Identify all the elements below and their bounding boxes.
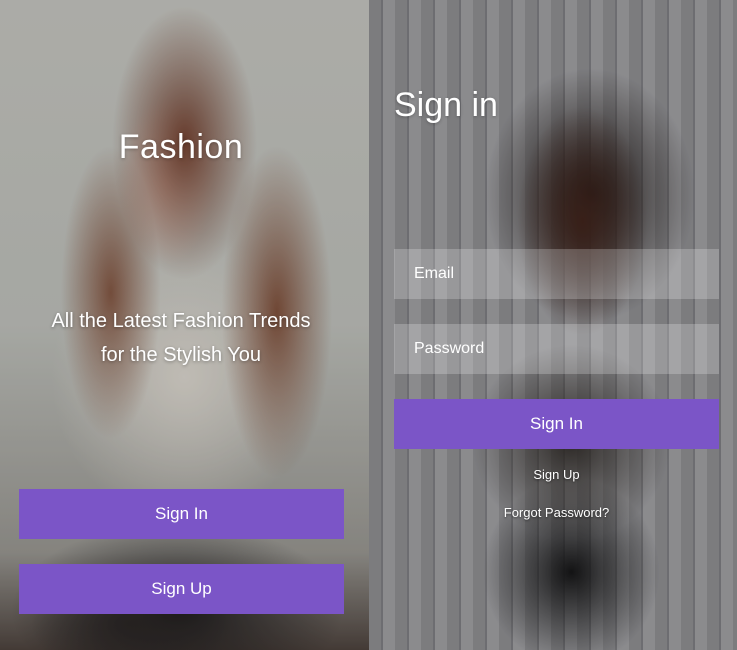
tagline-line-2: for the Stylish You [100,344,262,366]
tagline: All the Latest Fashion Trends for the St… [0,304,362,372]
welcome-panel: Fashion All the Latest Fashion Trends fo… [0,0,369,650]
sign-up-link[interactable]: Sign Up [394,467,719,482]
sign-in-panel: Sign in Sign In Sign Up Forgot Password? [369,0,737,650]
welcome-sign-in-button[interactable]: Sign In [19,489,344,539]
sign-in-submit-button[interactable]: Sign In [394,399,719,449]
email-field[interactable] [394,249,719,299]
brand-title: Fashion [118,128,244,166]
welcome-sign-up-button[interactable]: Sign Up [19,564,344,614]
password-field[interactable] [394,324,719,374]
tagline-line-1: All the Latest Fashion Trends [51,310,311,332]
app-screen: Fashion All the Latest Fashion Trends fo… [0,0,737,650]
sign-in-title: Sign in [394,86,498,124]
forgot-password-link[interactable]: Forgot Password? [394,505,719,520]
